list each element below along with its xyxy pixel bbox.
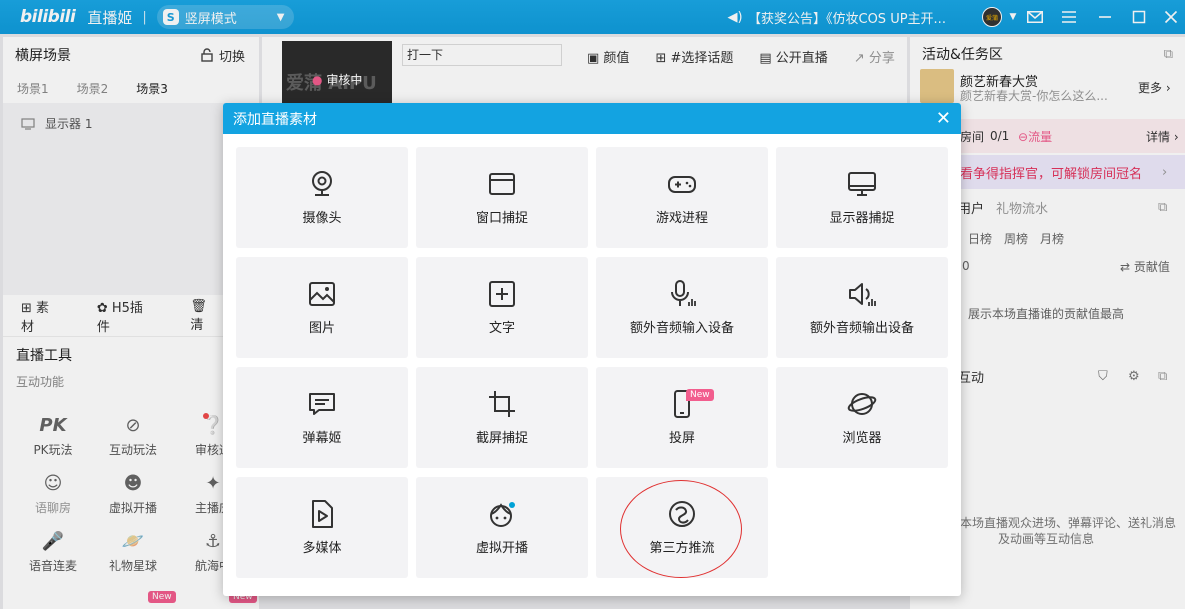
camera-icon bbox=[312, 171, 332, 196]
tile-label: 弹幕姬 bbox=[302, 431, 342, 446]
danmaku-icon bbox=[309, 393, 335, 415]
modal-title: 添加直播素材 bbox=[233, 111, 317, 128]
tile-third-party-stream[interactable]: 第三方推流 bbox=[596, 477, 768, 578]
tile-browser[interactable]: 浏览器 bbox=[776, 367, 948, 468]
tile-virtual-live[interactable]: 虚拟开播 bbox=[416, 477, 588, 578]
speaker-output-icon bbox=[849, 283, 876, 306]
tile-screenshot-capture[interactable]: 截屏捕捉 bbox=[416, 367, 588, 468]
third-party-stream-icon bbox=[669, 501, 695, 527]
tile-label: 多媒体 bbox=[302, 541, 342, 556]
image-icon bbox=[309, 282, 335, 306]
tile-label: 额外音频输入设备 bbox=[629, 321, 734, 336]
tile-audio-input[interactable]: 额外音频输入设备 bbox=[596, 257, 768, 358]
tile-label: 额外音频输出设备 bbox=[809, 321, 914, 336]
window-icon bbox=[489, 173, 515, 195]
tile-window-capture[interactable]: 窗口捕捉 bbox=[416, 147, 588, 248]
vtuber-icon bbox=[490, 502, 515, 527]
gamepad-icon bbox=[668, 176, 696, 193]
mic-input-icon bbox=[671, 280, 696, 306]
tile-danmaku[interactable]: 弹幕姬 bbox=[236, 367, 408, 468]
tile-label: 第三方推流 bbox=[649, 541, 715, 556]
tile-label: 投屏 bbox=[668, 431, 695, 446]
tile-label: 截屏捕捉 bbox=[475, 431, 528, 446]
browser-icon bbox=[847, 393, 877, 415]
tile-label: 游戏进程 bbox=[655, 211, 708, 226]
add-source-modal: 添加直播素材 ✕ 摄像头 窗口捕捉 游戏进程 显示器捕捉 图片 文字 额外音频输… bbox=[223, 103, 961, 596]
tile-label: 文字 bbox=[488, 321, 515, 336]
tile-label: 显示器捕捉 bbox=[829, 211, 895, 226]
text-icon bbox=[489, 281, 515, 307]
media-icon bbox=[312, 500, 333, 528]
tile-screen-cast[interactable]: 投屏 New bbox=[596, 367, 768, 468]
tile-label: 图片 bbox=[308, 321, 335, 336]
crop-icon bbox=[489, 391, 515, 417]
tile-audio-output[interactable]: 额外音频输出设备 bbox=[776, 257, 948, 358]
tile-label: 摄像头 bbox=[302, 211, 342, 226]
monitor-icon bbox=[848, 172, 876, 196]
tile-multimedia[interactable]: 多媒体 bbox=[236, 477, 408, 578]
new-badge: New bbox=[686, 389, 714, 401]
modal-header: 添加直播素材 ✕ bbox=[223, 103, 961, 134]
tile-text[interactable]: 文字 bbox=[416, 257, 588, 358]
tile-label: 窗口捕捉 bbox=[475, 211, 528, 226]
tile-camera[interactable]: 摄像头 bbox=[236, 147, 408, 248]
tile-image[interactable]: 图片 bbox=[236, 257, 408, 358]
tile-label: 浏览器 bbox=[842, 431, 882, 446]
tile-monitor-capture[interactable]: 显示器捕捉 bbox=[776, 147, 948, 248]
tile-game-process[interactable]: 游戏进程 bbox=[596, 147, 768, 248]
tile-label: 虚拟开播 bbox=[475, 541, 528, 556]
close-icon[interactable]: ✕ bbox=[936, 109, 951, 128]
